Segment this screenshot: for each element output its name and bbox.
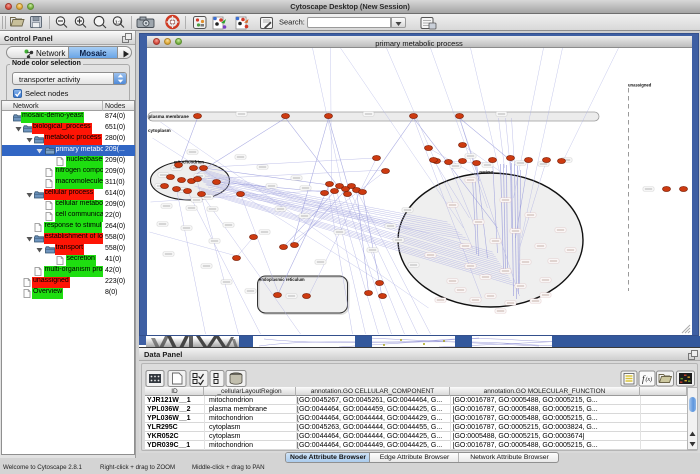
svg-text:nucleus: nucleus bbox=[479, 170, 493, 174]
svg-text:plasma membrane: plasma membrane bbox=[148, 114, 189, 119]
svg-text:cytoplasm: cytoplasm bbox=[148, 128, 171, 133]
svg-text:unassigned: unassigned bbox=[628, 82, 652, 87]
svg-text:endoplasmic reticulum: endoplasmic reticulum bbox=[259, 277, 305, 282]
svg-text:(x): (x) bbox=[646, 376, 653, 383]
svg-text:1:1: 1:1 bbox=[115, 19, 122, 24]
svg-text:Search:: Search: bbox=[279, 18, 305, 27]
